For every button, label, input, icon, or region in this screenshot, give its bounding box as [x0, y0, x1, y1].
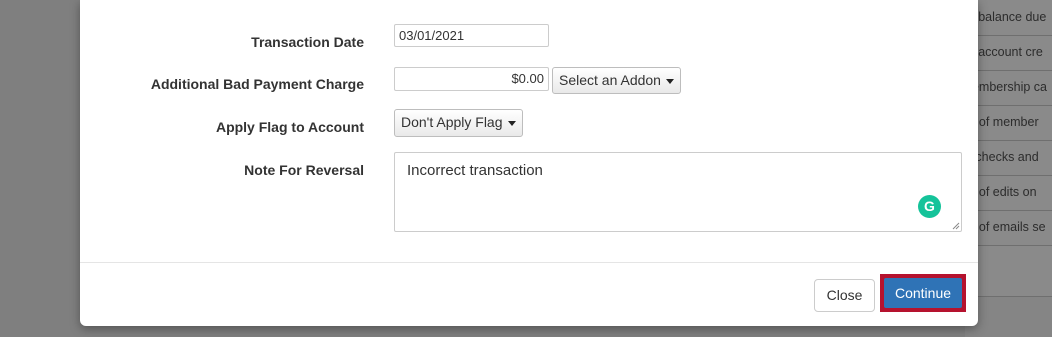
- bad-payment-charge-label: Additional Bad Payment Charge: [150, 76, 364, 92]
- continue-button[interactable]: Continue: [884, 278, 962, 308]
- caret-down-icon: [665, 78, 674, 84]
- note-for-reversal-label: Note For Reversal: [244, 162, 364, 178]
- transaction-date-input[interactable]: 03/01/2021: [394, 24, 549, 47]
- background-list-item: st account cre: [965, 35, 1052, 71]
- bad-payment-amount-input[interactable]: $0.00: [394, 67, 549, 91]
- background-footer: [965, 296, 1052, 337]
- background-list-item: st balance due: [965, 0, 1052, 36]
- addon-select[interactable]: Select an Addon: [552, 67, 681, 94]
- background-list-item: ry of edits on: [965, 175, 1052, 211]
- note-for-reversal-textarea[interactable]: Incorrect transaction: [394, 152, 962, 232]
- background-list: st balance due st account cre nembership…: [965, 0, 1052, 336]
- flag-select[interactable]: Don't Apply Flag: [394, 109, 523, 137]
- caret-down-icon: [507, 120, 516, 126]
- close-button[interactable]: Close: [814, 279, 875, 312]
- resize-grip-icon[interactable]: [952, 222, 960, 230]
- continue-button-highlight: Continue: [880, 274, 966, 312]
- apply-flag-label: Apply Flag to Account: [215, 119, 364, 135]
- addon-select-label: Select an Addon: [559, 72, 661, 88]
- reversal-modal: Transaction Date 03/01/2021 Additional B…: [80, 0, 978, 326]
- background-list-item: ry of emails se: [965, 210, 1052, 246]
- background-list-item: nembership ca: [965, 70, 1052, 106]
- footer-divider: [80, 262, 978, 263]
- background-list-item: d checks and: [965, 140, 1052, 176]
- background-list-item: ry of member: [965, 105, 1052, 141]
- flag-select-label: Don't Apply Flag: [401, 114, 503, 130]
- transaction-date-label: Transaction Date: [251, 34, 364, 50]
- grammarly-icon[interactable]: G: [918, 195, 941, 218]
